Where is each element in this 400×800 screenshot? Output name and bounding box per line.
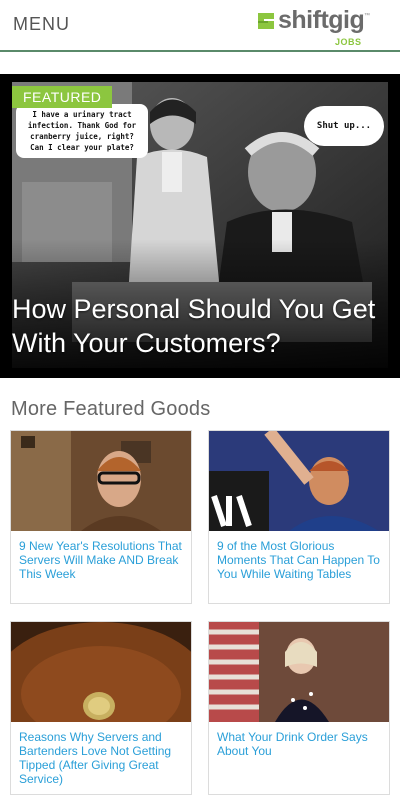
featured-title[interactable]: How Personal Should You Get With Your Cu… [12,292,382,360]
card-photo-2 [209,431,389,531]
featured-article[interactable]: FEATURED I have a urinary tract infectio… [0,74,400,378]
menu-button[interactable]: MENU [13,14,70,35]
article-card-image[interactable] [209,622,389,722]
article-card-title[interactable]: What Your Drink Order Says About You [217,730,385,758]
article-card-title[interactable]: Reasons Why Servers and Bartenders Love … [19,730,187,786]
featured-badge: FEATURED [12,86,113,108]
card-photo-3 [11,622,191,722]
site-header: MENU shiftgig ™ JOBS [0,0,400,52]
logo-subtitle: JOBS [335,37,362,47]
speech-bubble-left: I have a urinary tract infection. Thank … [16,104,148,158]
speech-bubble-right: Shut up... [304,106,384,146]
shiftgig-logo[interactable]: shiftgig ™ JOBS [256,6,376,48]
logo-trademark: ™ [364,13,370,19]
card-photo-1 [11,431,191,531]
article-card-image[interactable] [11,431,191,531]
logo-wordmark: shiftgig [278,6,365,34]
article-card-title[interactable]: 9 of the Most Glorious Moments That Can … [217,539,385,581]
shiftgig-logo-icon [258,13,274,29]
article-card[interactable]: What Your Drink Order Says About You [208,621,390,795]
article-card[interactable]: 9 New Year's Resolutions That Servers Wi… [10,430,192,604]
more-featured-heading: More Featured Goods [11,398,211,420]
article-card[interactable]: Reasons Why Servers and Bartenders Love … [10,621,192,795]
article-card-title[interactable]: 9 New Year's Resolutions That Servers Wi… [19,539,187,581]
article-card-image[interactable] [209,431,389,531]
article-card[interactable]: 9 of the Most Glorious Moments That Can … [208,430,390,604]
card-photo-4 [209,622,389,722]
article-card-image[interactable] [11,622,191,722]
